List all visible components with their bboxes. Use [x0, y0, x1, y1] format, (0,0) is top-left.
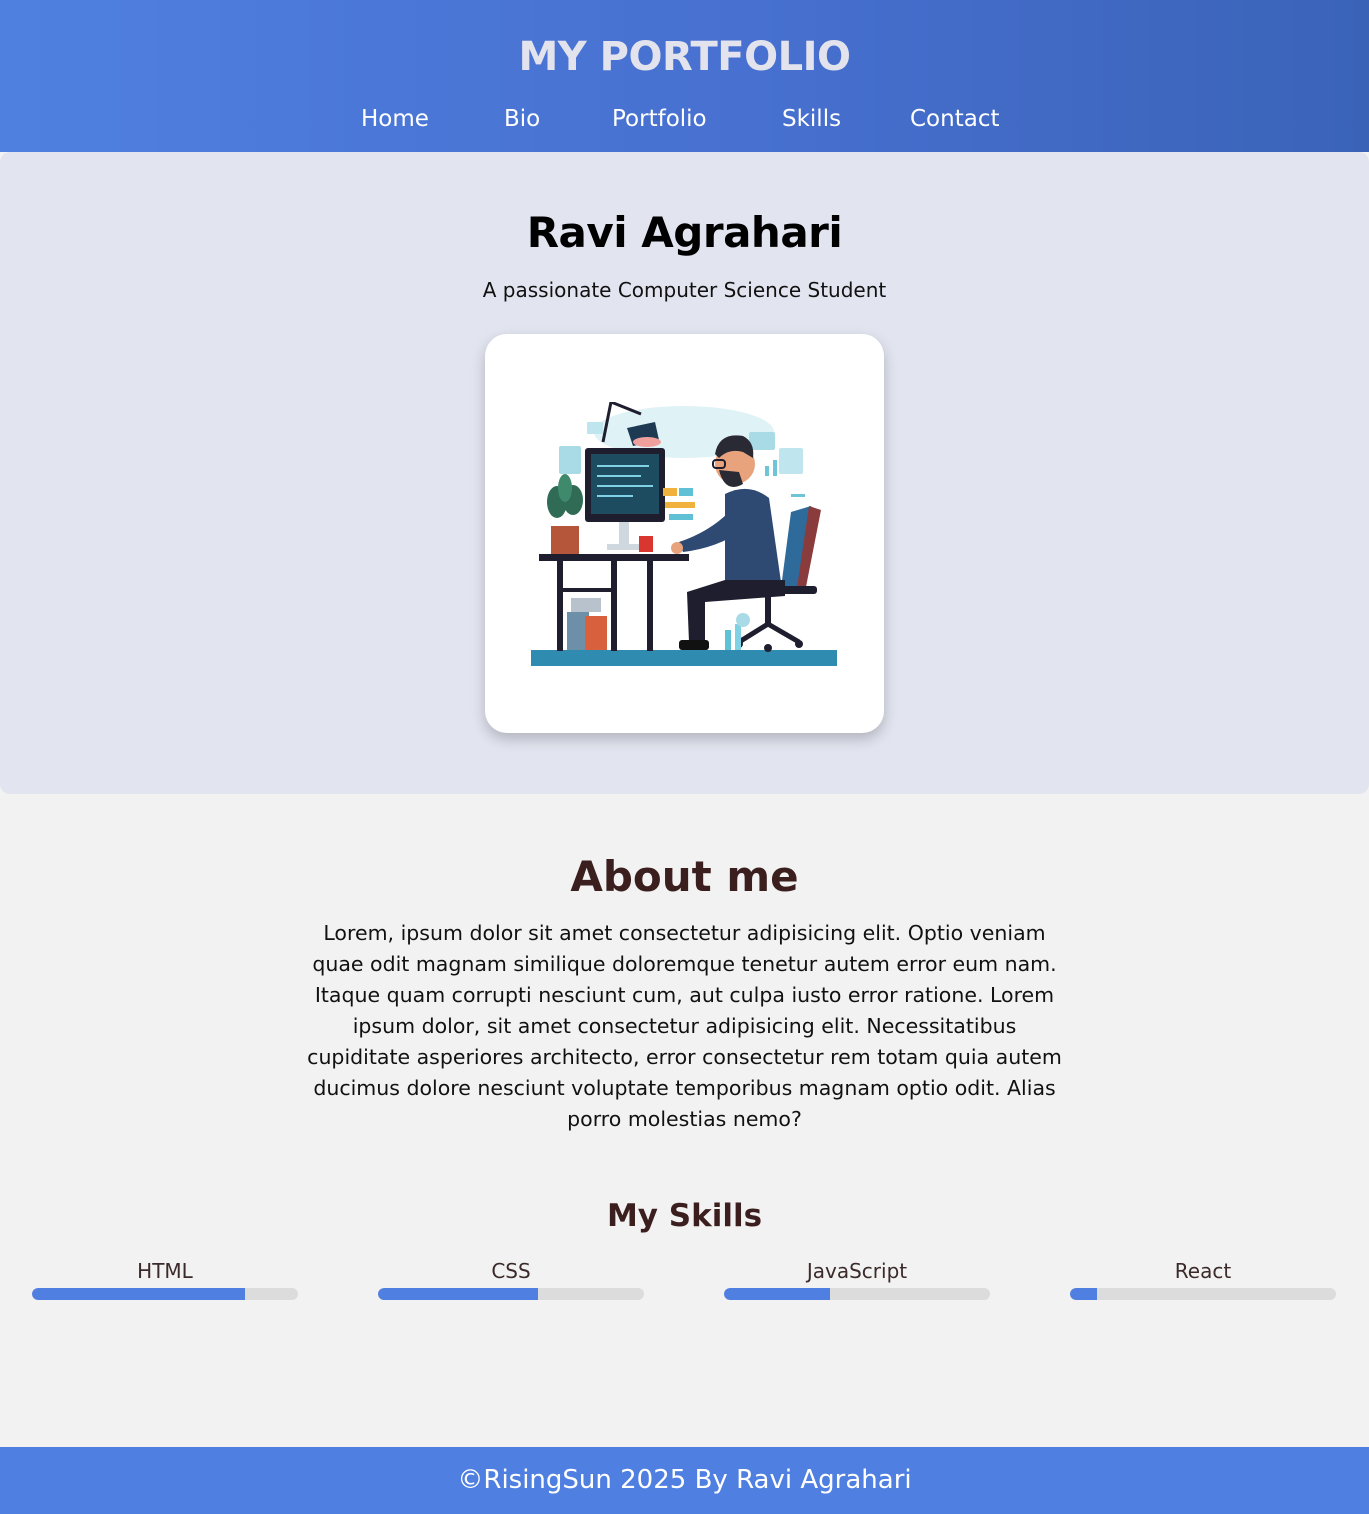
skill-progress-bar [724, 1288, 990, 1300]
skills-title: My Skills [606, 1198, 763, 1234]
about-title: About me [570, 852, 799, 901]
nav-skills[interactable]: Skills [782, 106, 841, 132]
skill-name: JavaScript [806, 1259, 908, 1283]
hero-section: Ravi Agrahari A passionate Computer Scie… [0, 152, 1369, 794]
nav-portfolio[interactable]: Portfolio [612, 106, 707, 132]
nav-bio[interactable]: Bio [504, 106, 540, 132]
nav-home[interactable]: Home [361, 106, 429, 132]
hero-tagline: A passionate Computer Science Student [482, 278, 887, 302]
footer-copyright: ©RisingSun 2025 By Ravi Agrahari [457, 1465, 912, 1495]
skill-react: React [1070, 1259, 1336, 1303]
developer-at-desk-illustration [531, 402, 837, 666]
about-text: Lorem, ipsum dolor sit amet consectetur … [307, 921, 1062, 1131]
site-title: MY PORTFOLIO [518, 34, 851, 80]
skill-css: CSS [378, 1259, 644, 1303]
skill-progress-fill [724, 1288, 831, 1300]
skill-javascript: JavaScript [724, 1259, 990, 1303]
skill-progress-fill [1070, 1288, 1097, 1300]
site-header: MY PORTFOLIO Home Bio Portfolio Skills C… [0, 0, 1369, 152]
profile-image-card [485, 334, 884, 733]
skill-progress-fill [378, 1288, 538, 1300]
site-footer: ©RisingSun 2025 By Ravi Agrahari [0, 1447, 1369, 1514]
skill-progress-bar [1070, 1288, 1336, 1300]
skill-name: HTML [137, 1259, 193, 1283]
skill-html: HTML [32, 1259, 298, 1303]
main-nav: Home Bio Portfolio Skills Contact [0, 106, 1369, 138]
skill-name: CSS [491, 1259, 531, 1283]
skill-name: React [1174, 1259, 1232, 1283]
skill-progress-bar [32, 1288, 298, 1300]
hero-name: Ravi Agrahari [526, 208, 843, 257]
nav-contact[interactable]: Contact [910, 106, 999, 132]
skill-progress-fill [32, 1288, 245, 1300]
skill-progress-bar [378, 1288, 644, 1300]
